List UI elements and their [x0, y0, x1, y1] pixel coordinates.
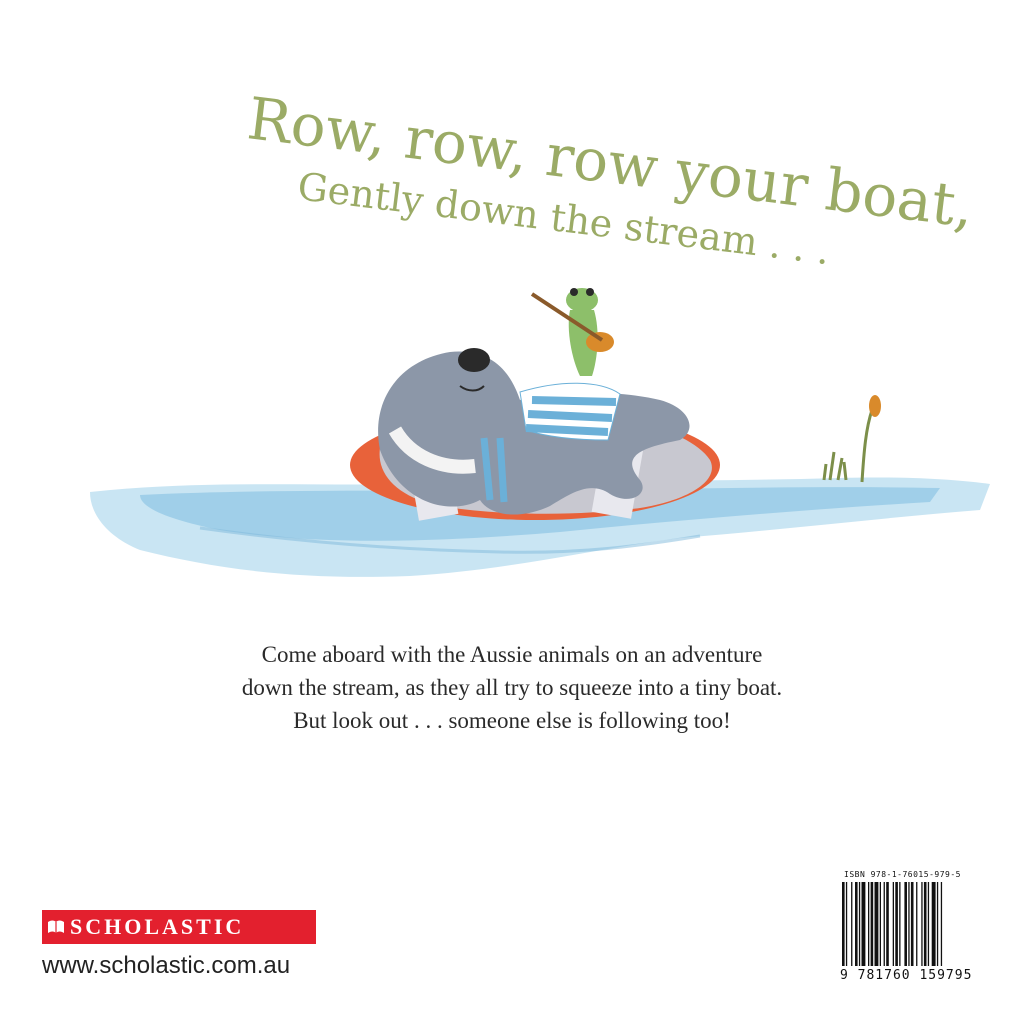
- barcode-bar: [940, 882, 943, 966]
- barcode-digits: 9 781760 159795: [840, 968, 973, 983]
- barcode-bar: [870, 882, 874, 966]
- barcode-bar: [931, 882, 936, 966]
- barcode-bar: [892, 882, 894, 966]
- frog-with-guitar: [530, 288, 614, 376]
- isbn-label: ISBN 978-1-76015-979-5: [844, 870, 961, 879]
- book-icon: [42, 910, 70, 944]
- barcode-bar: [868, 882, 870, 966]
- reeds: [822, 395, 881, 483]
- publisher-name: SCHOLASTIC: [70, 914, 245, 939]
- isbn-barcode: ISBN 978-1-76015-979-5 9 781760 159795: [838, 866, 988, 1000]
- barcode-bar: [921, 882, 923, 966]
- publisher-logo: SCHOLASTIC: [42, 910, 316, 944]
- barcode-bar: [904, 882, 907, 966]
- barcode-bar: [910, 882, 914, 966]
- barcode-bar: [874, 882, 879, 966]
- barcode-bar: [927, 882, 930, 966]
- back-cover: Row, row, row your boat, Gently down the…: [0, 0, 1024, 1024]
- barcode-bar: [936, 882, 939, 966]
- barcode-bar: [883, 882, 885, 966]
- barcode-bar: [923, 882, 927, 966]
- barcode-bar: [879, 882, 881, 966]
- blurb-line-2: down the stream, as they all try to sque…: [241, 675, 783, 700]
- barcode-bar: [899, 882, 901, 966]
- barcode-bar: [845, 882, 848, 966]
- barcode-bar: [851, 882, 853, 966]
- barcode-bar: [842, 882, 845, 966]
- blurb-line-1: Come aboard with the Aussie animals on a…: [261, 642, 763, 667]
- barcode-bar: [895, 882, 898, 966]
- publisher-website: www.scholastic.com.au: [42, 952, 291, 979]
- barcode-bar: [908, 882, 910, 966]
- barcode-bar: [855, 882, 858, 966]
- blurb-line-3: But look out . . . someone else is follo…: [293, 708, 731, 733]
- barcode-bar: [861, 882, 866, 966]
- barcode-bar: [886, 882, 889, 966]
- barcode-bar: [916, 882, 918, 966]
- barcode-bar: [858, 882, 861, 966]
- cover-illustration: [90, 288, 990, 577]
- barcode-bars: [842, 882, 943, 966]
- blurb: Come aboard with the Aussie animals on a…: [150, 638, 874, 737]
